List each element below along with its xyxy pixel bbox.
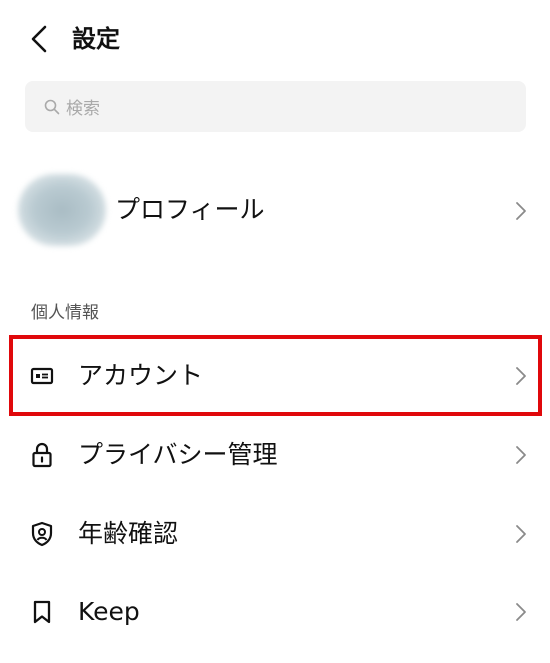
profile-name: プロフィール	[115, 195, 265, 224]
back-button[interactable]	[22, 22, 56, 56]
section-label-personal-info: 個人情報	[31, 303, 99, 323]
account-card-icon	[29, 363, 55, 389]
profile-row[interactable]: プロフィール	[0, 168, 550, 254]
menu-item-label: Keep	[78, 597, 140, 626]
bookmark-icon	[29, 599, 55, 625]
menu-item-label: 年齢確認	[78, 519, 179, 548]
chevron-right-icon	[514, 523, 528, 545]
chevron-right-icon	[514, 601, 528, 623]
search-input[interactable]: 検索	[25, 81, 526, 132]
menu-item-age-verification[interactable]: 年齢確認	[0, 499, 550, 569]
chevron-right-icon	[514, 365, 528, 387]
menu-item-label: アカウント	[78, 361, 204, 390]
chevron-right-icon	[514, 444, 528, 466]
back-arrow-icon	[31, 25, 47, 53]
lock-icon	[29, 442, 55, 468]
menu-item-privacy[interactable]: プライバシー管理	[0, 420, 550, 490]
header: 設定	[0, 0, 550, 78]
menu-item-keep[interactable]: Keep	[0, 577, 550, 647]
page-title: 設定	[72, 25, 120, 53]
avatar	[18, 174, 106, 246]
search-placeholder: 検索	[66, 99, 100, 119]
menu-item-account[interactable]: アカウント	[0, 341, 550, 411]
shield-check-icon	[29, 521, 55, 547]
menu-item-label: プライバシー管理	[78, 440, 278, 469]
chevron-right-icon	[514, 200, 528, 222]
search-icon	[44, 98, 62, 116]
